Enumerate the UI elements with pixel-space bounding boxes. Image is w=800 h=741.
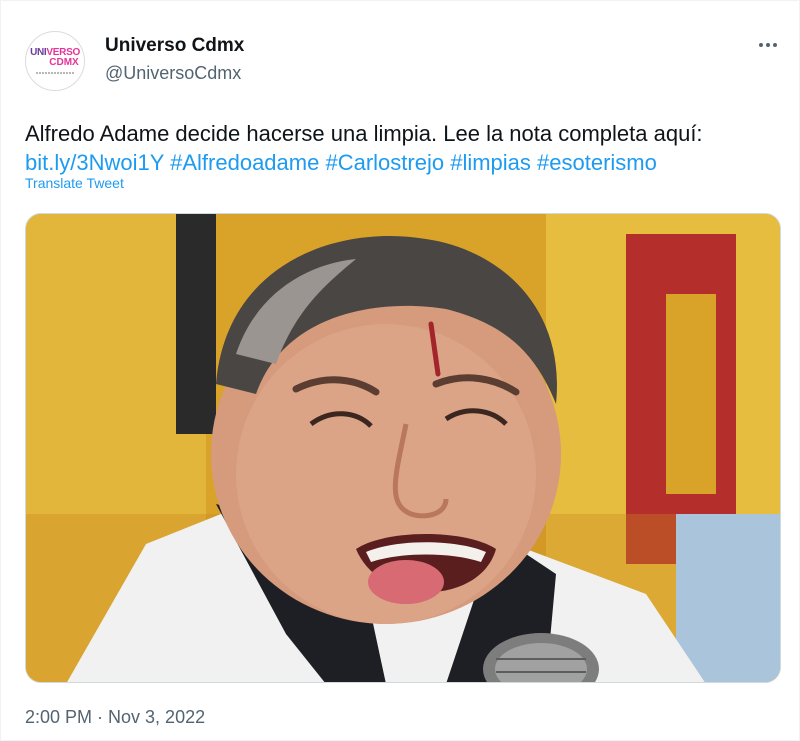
hashtag-link[interactable]: #limpias xyxy=(450,150,531,175)
display-name[interactable]: Universo Cdmx xyxy=(105,35,244,57)
avatar-logo-part3: CDMX xyxy=(49,57,79,68)
hashtag-link[interactable]: #esoterismo xyxy=(537,150,657,175)
hashtag-link[interactable]: #Carlostrejo xyxy=(325,150,444,175)
more-horizontal-icon[interactable] xyxy=(753,35,783,55)
tweet-photo[interactable] xyxy=(25,213,781,683)
tweet-link[interactable]: bit.ly/3Nwoi1Y xyxy=(25,150,164,175)
hashtag-link[interactable]: #Alfredoadame xyxy=(170,150,319,175)
photo-illustration xyxy=(26,214,780,682)
tweet-body: Alfredo Adame decide hacerse una limpia.… xyxy=(25,121,703,146)
avatar-logo-tagline xyxy=(36,72,74,74)
avatar[interactable]: UNIVERSO CDMX xyxy=(25,31,85,91)
tweet-timestamp[interactable]: 2:00 PM · Nov 3, 2022 xyxy=(25,707,205,728)
tweet-card: UNIVERSO CDMX Universo Cdmx @UniversoCdm… xyxy=(0,0,800,741)
avatar-logo-part1: UNI xyxy=(30,47,47,58)
translate-tweet-link[interactable]: Translate Tweet xyxy=(25,175,124,191)
tweet-text: Alfredo Adame decide hacerse una limpia.… xyxy=(25,119,785,177)
user-handle[interactable]: @UniversoCdmx xyxy=(105,63,241,84)
